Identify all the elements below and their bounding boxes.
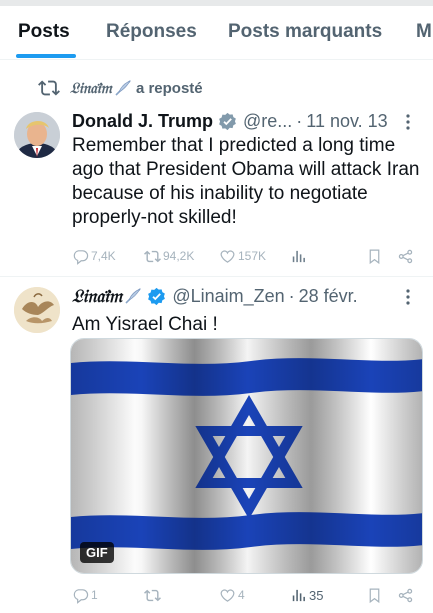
reply-button[interactable]: 7,4K xyxy=(72,245,116,267)
separator-dot: · xyxy=(296,110,303,131)
post-header-2: 𝔏𝔦𝔫𝔞𝔦̈𝔪 @Linaim_Zen · 28 févr. xyxy=(72,284,358,308)
repost-count: 94,2K xyxy=(163,249,195,263)
like-icon xyxy=(220,589,235,602)
author-name[interactable]: 𝔏𝔦𝔫𝔞𝔦̈𝔪 xyxy=(72,286,122,307)
share-button[interactable] xyxy=(397,245,416,267)
verified-icon xyxy=(219,112,236,130)
avatar-trump[interactable] xyxy=(14,112,60,158)
like-count: 4 xyxy=(238,588,245,602)
active-tab-indicator xyxy=(16,54,76,58)
tab-replies[interactable]: Réponses xyxy=(106,6,197,60)
tab-posts[interactable]: Posts xyxy=(18,6,70,60)
views-icon xyxy=(292,250,305,262)
repost-header: 𝔏𝔦𝔫𝔞𝔦̈𝔪 a reposté xyxy=(38,77,203,99)
share-icon xyxy=(398,588,413,602)
bookmark-button[interactable] xyxy=(366,584,385,606)
like-count: 157K xyxy=(238,249,267,263)
tab-highlights[interactable]: Posts marquants xyxy=(228,6,382,60)
bookmark-icon xyxy=(369,588,380,603)
views-button[interactable] xyxy=(290,245,309,267)
author-handle[interactable]: @Linaim_Zen xyxy=(172,286,284,307)
reply-count: 1 xyxy=(91,588,98,602)
bookmark-icon xyxy=(369,249,380,264)
more-icon[interactable] xyxy=(399,288,417,306)
verified-icon xyxy=(148,287,166,305)
avatar-doves-image xyxy=(14,287,60,333)
like-icon xyxy=(220,250,235,263)
post-media-gif[interactable]: GIF xyxy=(70,338,423,574)
post-header-1: Donald J. Trump @re... · 11 nov. 13 xyxy=(72,109,388,133)
post-divider xyxy=(0,276,433,277)
avatar-portrait xyxy=(14,112,60,158)
profile-tabs: Posts Réponses Posts marquants M xyxy=(0,6,433,60)
reply-icon xyxy=(73,249,89,265)
author-name[interactable]: Donald J. Trump xyxy=(72,111,213,132)
reply-button[interactable]: 1 xyxy=(72,584,98,606)
tab-media[interactable]: M xyxy=(416,6,432,60)
views-icon xyxy=(292,589,305,601)
avatar-linaim[interactable] xyxy=(14,287,60,333)
repost-icon xyxy=(144,250,161,262)
share-icon xyxy=(398,249,413,263)
bookmark-button[interactable] xyxy=(366,245,385,267)
repost-button[interactable] xyxy=(144,584,163,606)
separator-dot: · xyxy=(288,285,295,306)
repost-button[interactable]: 94,2K xyxy=(144,245,194,267)
gif-badge: GIF xyxy=(80,542,114,563)
flag-image xyxy=(71,339,422,573)
more-icon[interactable] xyxy=(399,113,417,131)
quill-icon xyxy=(115,80,131,96)
reposter-name[interactable]: 𝔏𝔦𝔫𝔞𝔦̈𝔪 xyxy=(70,79,112,97)
post-text: Remember that I predicted a long time ag… xyxy=(72,135,420,228)
view-count: 35 xyxy=(309,587,324,603)
post-date[interactable]: 28 févr. xyxy=(299,286,358,307)
author-handle[interactable]: @re... xyxy=(243,111,292,132)
reply-count: 7,4K xyxy=(91,249,116,263)
quill-icon xyxy=(125,288,142,304)
repost-icon xyxy=(144,589,161,601)
like-button[interactable]: 157K xyxy=(219,245,266,267)
post-actions-2: 1 4 35 xyxy=(72,584,416,606)
repost-icon xyxy=(38,80,60,96)
post-text: Am Yisrael Chai ! xyxy=(72,314,218,335)
like-button[interactable]: 4 xyxy=(219,584,245,606)
post-date[interactable]: 11 nov. 13 xyxy=(306,111,387,132)
repost-label: a reposté xyxy=(135,79,203,97)
post-actions-1: 7,4K 94,2K 157K xyxy=(72,245,416,267)
share-button[interactable] xyxy=(397,584,416,606)
reply-icon xyxy=(73,588,89,604)
views-button[interactable]: 35 xyxy=(290,584,323,606)
